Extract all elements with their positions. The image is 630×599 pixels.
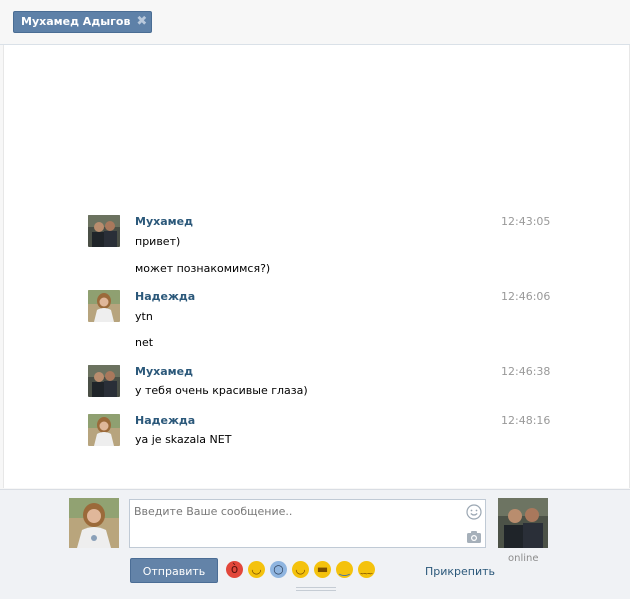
message-text: ya je skazala NET (135, 433, 232, 446)
message-time: 12:46:06 (501, 290, 551, 303)
message-author[interactable]: Мухамед (135, 215, 193, 228)
message-text: привет) (135, 235, 181, 248)
dialog-tab-label: Мухамед Адыгов (21, 15, 131, 28)
message-time: 12:43:05 (501, 215, 551, 228)
message-author[interactable]: Мухамед (135, 365, 193, 378)
message-author[interactable]: Надежда (135, 290, 195, 303)
message-text: ytn (135, 310, 153, 323)
smile-icon[interactable] (466, 504, 482, 520)
message-time: 12:46:38 (501, 365, 551, 378)
send-button[interactable]: Отправить (130, 558, 218, 583)
camera-icon[interactable] (466, 530, 482, 544)
online-status: online (508, 553, 539, 564)
grin-emoji-icon[interactable]: ◡ (292, 561, 309, 578)
avatar-nadezhda-icon[interactable] (88, 414, 120, 446)
message-text: у тебя очень красивые глаза) (135, 384, 308, 397)
message-author[interactable]: Надежда (135, 414, 195, 427)
dialog-header: Мухамед Адыгов ✖ (0, 0, 630, 45)
blush-emoji-icon[interactable]: ◡ (248, 561, 265, 578)
dialog-tab[interactable]: Мухамед Адыгов ✖ (13, 11, 153, 33)
angry-emoji-icon[interactable]: ò (226, 561, 243, 578)
laugh-emoji-icon[interactable]: ▬ (314, 561, 331, 578)
avatar-muhamed-icon[interactable] (88, 215, 120, 247)
emoji-bar: ò ◡ ○ ◡ ▬ ‿ ﹏ (226, 561, 375, 578)
attach-link[interactable]: Прикрепить (425, 565, 495, 578)
close-icon[interactable]: ✖ (136, 12, 147, 32)
message-history[interactable]: Мухамед 12:43:05 привет) может познакоми… (3, 45, 630, 488)
cry-emoji-icon[interactable]: ‿ (336, 561, 353, 578)
tired-emoji-icon[interactable]: ﹏ (358, 561, 375, 578)
message-time: 12:48:16 (501, 414, 551, 427)
avatar-muhamed-icon[interactable] (88, 365, 120, 397)
avatar-nadezhda-icon[interactable] (88, 290, 120, 322)
scream-emoji-icon[interactable]: ○ (270, 561, 287, 578)
message-composer: online Отправить ò ◡ ○ ◡ ▬ ‿ ﹏ Прикрепит… (0, 489, 630, 599)
message-text: net (135, 336, 154, 349)
message-input[interactable] (130, 500, 460, 547)
message-text: может познакомимся?) (135, 262, 271, 275)
peer-avatar-icon[interactable] (498, 498, 548, 548)
my-avatar-icon[interactable] (69, 498, 119, 548)
message-input-box[interactable] (129, 499, 486, 548)
resize-handle[interactable] (296, 587, 336, 593)
